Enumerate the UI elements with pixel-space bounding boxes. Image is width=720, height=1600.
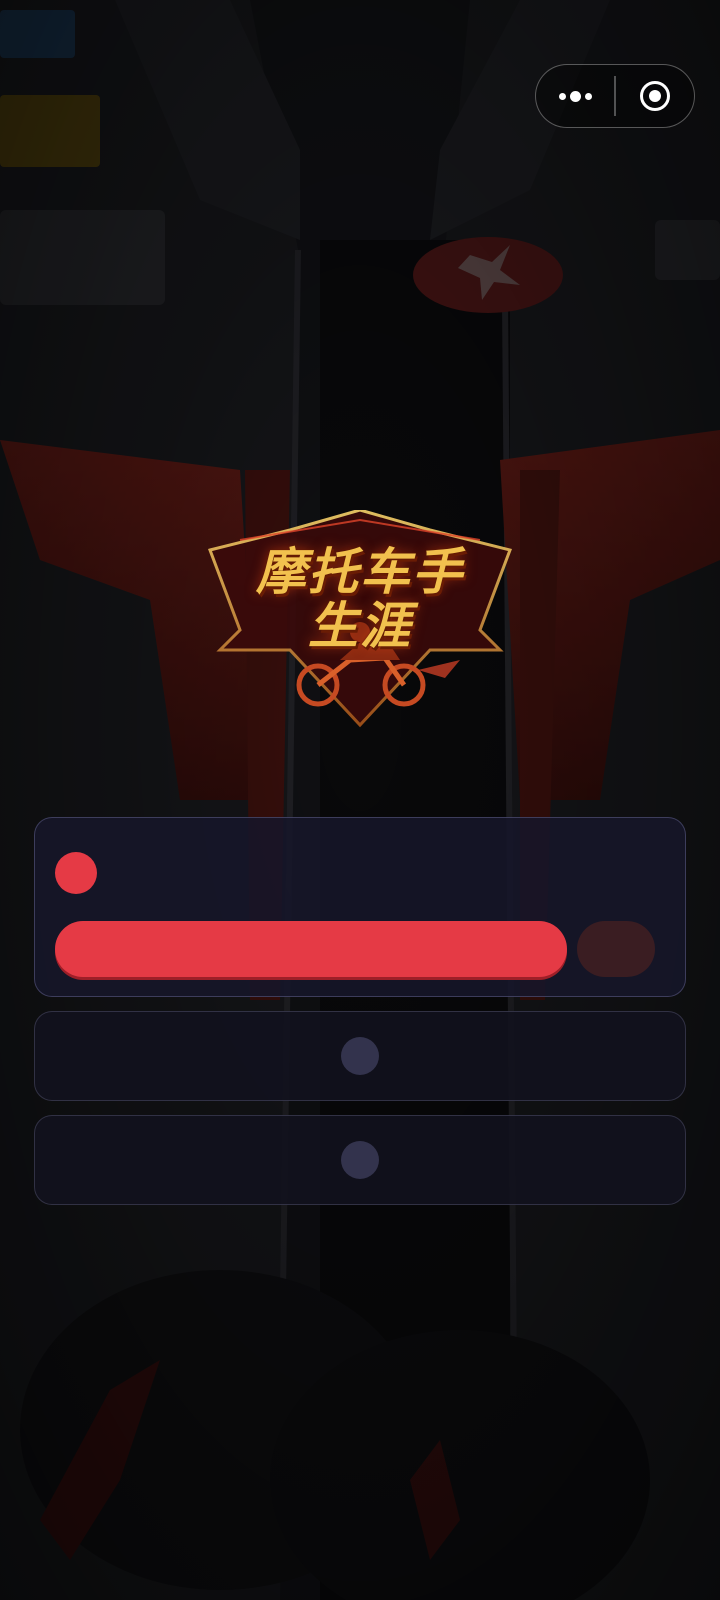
more-button[interactable] [536, 64, 614, 128]
target-circle-icon [639, 81, 670, 111]
mini-program-capsule [535, 64, 695, 128]
more-dots-icon [558, 90, 592, 102]
close-button[interactable] [616, 64, 694, 128]
loading-panel [34, 817, 686, 997]
game-logo: 摩托车手 生涯 [200, 510, 520, 740]
option-row-2[interactable] [34, 1115, 686, 1205]
loading-progress-bar [55, 921, 655, 979]
progress-fill [55, 921, 567, 977]
placeholder-dot-icon [341, 1037, 379, 1075]
background-jacket-image [0, 0, 720, 1600]
logo-title-line2: 生涯 [308, 596, 412, 655]
placeholder-dot-icon [341, 1141, 379, 1179]
app-screen: 摩托车手 生涯 [0, 0, 720, 1600]
status-indicator-dot [55, 852, 97, 894]
progress-remaining [577, 921, 655, 977]
option-row-1[interactable] [34, 1011, 686, 1101]
